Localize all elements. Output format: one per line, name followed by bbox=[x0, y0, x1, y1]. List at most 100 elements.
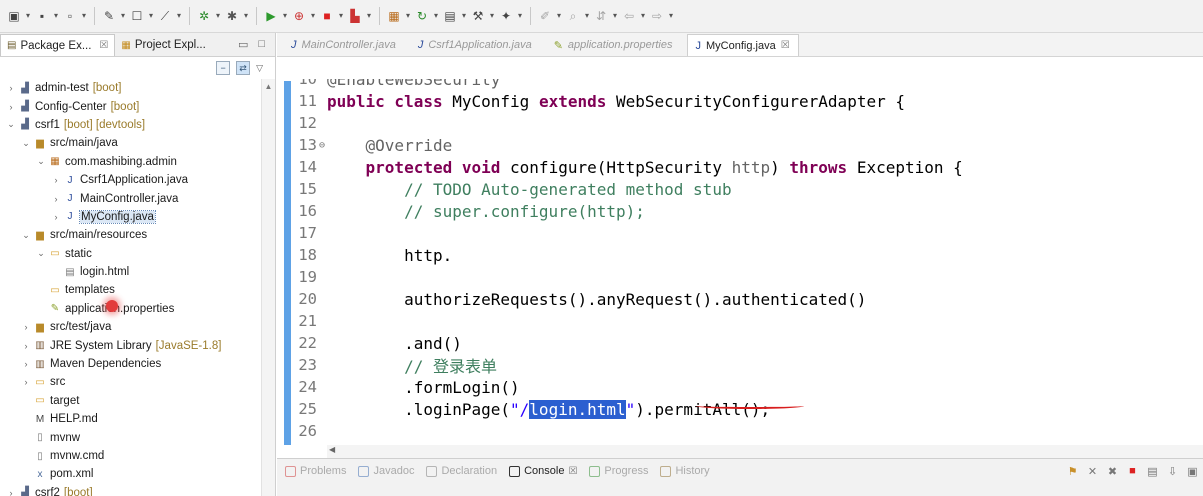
scroll-up-icon[interactable]: ▲ bbox=[262, 82, 275, 91]
chevron-down-icon[interactable]: ▾ bbox=[516, 8, 524, 24]
horizontal-scrollbar[interactable]: ◀ bbox=[327, 445, 1203, 458]
editor-tab[interactable]: ✎ application.properties bbox=[546, 34, 681, 56]
chevron-down-icon[interactable]: ▾ bbox=[365, 8, 373, 24]
tree-item[interactable]: › ▟ admin-test [boot] bbox=[0, 79, 262, 97]
pin-icon[interactable]: ✦ bbox=[498, 8, 514, 24]
tab-package-explorer[interactable]: ▤ Package Ex... ☒ bbox=[0, 34, 116, 56]
minimize-icon[interactable]: ▭ bbox=[238, 38, 248, 51]
chevron-right-icon[interactable]: › bbox=[21, 359, 31, 369]
tree-item[interactable]: ⌄ ▦ com.mashibing.admin bbox=[0, 153, 262, 171]
server-icon[interactable]: ▙ bbox=[347, 8, 363, 24]
chevron-right-icon[interactable]: › bbox=[21, 322, 31, 332]
link-with-editor-icon[interactable]: ⇄ bbox=[236, 61, 251, 75]
chevron-down-icon[interactable]: ▾ bbox=[337, 8, 345, 24]
skip-icon[interactable]: ⟋ bbox=[157, 8, 173, 24]
code-line[interactable]: 11 public class MyConfig extends WebSecur… bbox=[277, 90, 1203, 112]
annotation-icon[interactable]: ✐ bbox=[537, 8, 553, 24]
chevron-down-icon[interactable]: ⌄ bbox=[36, 248, 46, 259]
tree-item[interactable]: ▯ mvnw.cmd bbox=[0, 447, 262, 465]
view-menu-icon[interactable]: ▽ bbox=[256, 63, 263, 74]
tree-item[interactable]: › ▆ src/test/java bbox=[0, 318, 262, 336]
pin-console-icon[interactable]: ⚑ bbox=[1066, 465, 1079, 478]
scroll-lock-icon[interactable]: ⇩ bbox=[1166, 465, 1179, 478]
tree-item[interactable]: ▯ mvnw bbox=[0, 428, 262, 446]
chevron-down-icon[interactable]: ▾ bbox=[639, 8, 647, 24]
close-icon[interactable]: ☒ bbox=[781, 40, 790, 51]
code-line[interactable]: 15 // TODO Auto-generated method stub bbox=[277, 178, 1203, 200]
stop-icon[interactable]: ■ bbox=[319, 8, 335, 24]
chevron-right-icon[interactable]: › bbox=[51, 194, 61, 204]
chevron-right-icon[interactable]: › bbox=[6, 488, 16, 496]
chevron-down-icon[interactable]: ▾ bbox=[667, 8, 675, 24]
tree-item[interactable]: › ▥ JRE System Library [JavaSE-1.8] bbox=[0, 336, 262, 354]
chevron-down-icon[interactable]: ▾ bbox=[404, 8, 412, 24]
task-icon[interactable]: ☐ bbox=[129, 8, 145, 24]
tree-item[interactable]: › J Csrf1Application.java bbox=[0, 171, 262, 189]
forward-icon[interactable]: ⇨ bbox=[649, 8, 665, 24]
code-area[interactable]: 10 @EnableWebSecurity 11 public class MyCon… bbox=[277, 79, 1203, 445]
close-icon[interactable]: ☒ bbox=[568, 466, 577, 477]
new-icon[interactable]: ▣ bbox=[6, 8, 22, 24]
collapse-all-icon[interactable]: − bbox=[216, 61, 231, 75]
chevron-down-icon[interactable]: ⌄ bbox=[21, 230, 31, 241]
chevron-down-icon[interactable]: ⌄ bbox=[21, 138, 31, 149]
run-config-icon[interactable]: ⊕ bbox=[291, 8, 307, 24]
editor-tab[interactable]: J MyConfig.java ☒ bbox=[686, 34, 799, 56]
chevron-right-icon[interactable]: › bbox=[6, 83, 16, 93]
wand-icon[interactable]: ✎ bbox=[101, 8, 117, 24]
tree-item[interactable]: › ▟ csrf2 [boot] bbox=[0, 484, 262, 496]
explorer-scrollbar[interactable]: ▲ bbox=[261, 79, 275, 496]
refresh-icon[interactable]: ↻ bbox=[414, 8, 430, 24]
remove-launch-icon[interactable]: ✕ bbox=[1086, 465, 1099, 478]
code-line[interactable]: 17 bbox=[277, 222, 1203, 244]
chevron-down-icon[interactable]: ▾ bbox=[52, 8, 60, 24]
tree-item[interactable]: › ▭ src bbox=[0, 373, 262, 391]
terminate-icon[interactable]: ■ bbox=[1126, 465, 1139, 478]
code-line[interactable]: 18 http. bbox=[277, 244, 1203, 266]
code-line[interactable]: 21 bbox=[277, 310, 1203, 332]
scroll-left-icon[interactable]: ◀ bbox=[329, 445, 335, 454]
debug-icon[interactable]: ✲ bbox=[196, 8, 212, 24]
chevron-down-icon[interactable]: ▾ bbox=[242, 8, 250, 24]
code-line[interactable]: 22 .and() bbox=[277, 332, 1203, 354]
code-line[interactable]: 10 @EnableWebSecurity bbox=[277, 79, 1203, 90]
chevron-down-icon[interactable]: ▾ bbox=[488, 8, 496, 24]
tab-declaration[interactable]: Declaration bbox=[426, 465, 497, 477]
code-line[interactable]: 25 .loginPage("/login.html").permitAll()… bbox=[277, 398, 1203, 420]
editor-tab[interactable]: J MainController.java bbox=[283, 34, 404, 56]
chevron-right-icon[interactable]: › bbox=[21, 377, 31, 387]
chevron-down-icon[interactable]: ▾ bbox=[281, 8, 289, 24]
tree-item[interactable]: M HELP.md bbox=[0, 410, 262, 428]
tree-item[interactable]: › ▟ Config-Center [boot] bbox=[0, 97, 262, 115]
tree-item[interactable]: ⌄ ▆ src/main/resources bbox=[0, 226, 262, 244]
chevron-right-icon[interactable]: › bbox=[51, 175, 61, 185]
tree-item[interactable]: ▭ templates bbox=[0, 281, 262, 299]
tree-item[interactable]: ⌄ ▭ static bbox=[0, 245, 262, 263]
tree-item[interactable]: › J MainController.java bbox=[0, 189, 262, 207]
chevron-down-icon[interactable]: ▾ bbox=[175, 8, 183, 24]
tree-item[interactable]: x pom.xml bbox=[0, 465, 262, 483]
tree-item[interactable]: ⌄ ▟ csrf1 [boot] [devtools] bbox=[0, 116, 262, 134]
code-line[interactable]: 13 ⊖ @Override bbox=[277, 134, 1203, 156]
run-icon[interactable]: ▶ bbox=[263, 8, 279, 24]
toolbox-icon[interactable]: ▤ bbox=[442, 8, 458, 24]
chevron-down-icon[interactable]: ▾ bbox=[119, 8, 127, 24]
tree-item[interactable]: › ▥ Maven Dependencies bbox=[0, 355, 262, 373]
open-console-icon[interactable]: ▣ bbox=[1186, 465, 1199, 478]
chevron-down-icon[interactable]: ▾ bbox=[309, 8, 317, 24]
code-line[interactable]: 23 // 登录表单 bbox=[277, 354, 1203, 376]
tab-progress[interactable]: Progress bbox=[589, 465, 648, 477]
chevron-down-icon[interactable]: ▾ bbox=[24, 8, 32, 24]
bug-icon[interactable]: ✱ bbox=[224, 8, 240, 24]
chevron-down-icon[interactable]: ⌄ bbox=[6, 119, 16, 130]
close-icon[interactable]: ☒ bbox=[99, 40, 108, 51]
editor-tab[interactable]: J Csrf1Application.java bbox=[410, 34, 540, 56]
maximize-icon[interactable]: □ bbox=[258, 38, 265, 51]
code-line[interactable]: 19 bbox=[277, 266, 1203, 288]
chevron-down-icon[interactable]: ▾ bbox=[555, 8, 563, 24]
chevron-down-icon[interactable]: ▾ bbox=[80, 8, 88, 24]
tab-history[interactable]: History bbox=[660, 465, 710, 477]
code-line[interactable]: 24 .formLogin() bbox=[277, 376, 1203, 398]
clear-console-icon[interactable]: ▤ bbox=[1146, 465, 1159, 478]
tree-item[interactable]: ✎ application.properties bbox=[0, 300, 262, 318]
